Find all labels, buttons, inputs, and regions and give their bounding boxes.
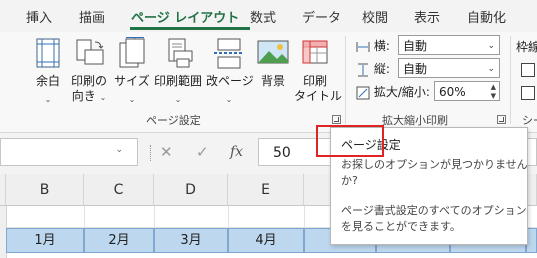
month-cell[interactable]: 1月 <box>6 228 84 253</box>
size-icon <box>119 37 145 68</box>
spin-up-icon[interactable]: ▲ <box>491 83 496 91</box>
breaks-button[interactable]: 改ページ ⌄ <box>206 37 254 107</box>
enter-icon[interactable]: ✓ <box>196 143 209 161</box>
cancel-icon[interactable]: ✕ <box>160 143 173 161</box>
highlight-box <box>316 125 384 157</box>
print-titles-label: 印刷 <box>302 74 327 88</box>
print-titles-label-2: タイトル <box>294 89 343 103</box>
height-label: 縦: <box>373 62 390 76</box>
width-value: 自動 <box>403 39 428 53</box>
month-cell[interactable]: 2月 <box>84 228 154 253</box>
chevron-down-icon: ⌄ <box>128 95 136 104</box>
height-value: 自動 <box>403 62 428 76</box>
formula-bar-divider <box>150 145 153 161</box>
gridlines-print-checkbox[interactable] <box>521 86 535 100</box>
scale-label: 拡大/縮小: <box>373 85 430 99</box>
scale-icon <box>356 86 370 99</box>
chevron-down-icon: ⌄ <box>99 93 107 102</box>
size-button[interactable]: サイズ ⌄ <box>112 37 152 107</box>
tab-draw[interactable]: 描画 <box>79 7 105 26</box>
name-box[interactable]: ⌄ <box>0 138 138 166</box>
page-setup-dialog-launcher-icon[interactable] <box>332 115 341 124</box>
orientation-label-2: 向き <box>71 89 96 103</box>
size-label: サイズ <box>114 74 150 88</box>
chevron-down-icon: ⌄ <box>225 95 233 104</box>
orientation-button[interactable]: 印刷の 向き ⌄ <box>69 37 109 105</box>
chevron-down-icon: ⌄ <box>487 64 495 74</box>
background-icon <box>257 40 289 64</box>
column-header[interactable]: E <box>228 174 304 206</box>
scale-value: 60% <box>439 85 466 99</box>
height-select[interactable]: 自動 ⌄ <box>398 58 500 78</box>
tab-insert[interactable]: 挿入 <box>26 7 52 26</box>
page-setup-group-label: ページ設定 <box>146 114 201 127</box>
sheet-options-group-label: シー <box>522 114 537 127</box>
scale-row: 拡大/縮小: <box>356 83 430 100</box>
margins-button[interactable]: 余白 ⌄ <box>28 37 68 107</box>
spin-down-icon[interactable]: ▼ <box>491 92 496 100</box>
ribbon-panel: 余白 ⌄ 印刷の 向き ⌄ サイズ ⌄ 印刷範囲 ⌄ 改ページ ⌄ 背景 印刷 … <box>0 32 537 133</box>
tab-automate[interactable]: 自動化 <box>467 7 506 26</box>
orientation-label: 印刷の <box>70 74 107 88</box>
height-icon <box>358 63 368 76</box>
print-area-label: 印刷範囲 <box>153 74 202 88</box>
print-area-icon <box>168 38 193 68</box>
tab-page-layout[interactable]: ページ レイアウト <box>131 7 239 26</box>
cell[interactable] <box>154 206 229 228</box>
orientation-icon <box>76 39 104 65</box>
column-header[interactable]: B <box>6 174 84 206</box>
print-area-button[interactable]: 印刷範囲 ⌄ <box>152 37 204 107</box>
cell[interactable] <box>6 206 85 228</box>
background-label: 背景 <box>260 74 285 88</box>
margins-label: 余白 <box>35 74 60 88</box>
print-titles-button[interactable]: 印刷 タイトル <box>294 37 343 104</box>
month-cell[interactable]: 3月 <box>154 228 228 253</box>
tab-data[interactable]: データ <box>302 7 341 26</box>
cell[interactable] <box>84 206 155 228</box>
tab-view[interactable]: 表示 <box>414 7 440 26</box>
gridlines-view-checkbox[interactable] <box>521 63 535 77</box>
width-row: 横: <box>356 37 390 54</box>
column-header[interactable]: D <box>154 174 228 206</box>
height-row: 縦: <box>356 60 390 77</box>
breaks-icon <box>214 38 244 69</box>
group-divider <box>510 36 511 124</box>
tooltip-text-line: ページ書式設定のすべてのオプション <box>341 204 527 217</box>
chevron-down-icon: ⌄ <box>174 95 182 104</box>
column-header[interactable]: C <box>84 174 154 206</box>
scale-group-label: 拡大縮小印刷 <box>382 114 448 127</box>
cell[interactable] <box>228 206 305 228</box>
tab-review[interactable]: 校閲 <box>362 7 388 26</box>
chevron-down-icon: ⌄ <box>44 95 52 104</box>
group-divider <box>345 36 346 124</box>
tab-formulas[interactable]: 数式 <box>250 7 276 26</box>
width-select[interactable]: 自動 ⌄ <box>398 35 500 55</box>
breaks-label: 改ページ <box>206 74 254 88</box>
chevron-down-icon: ⌄ <box>115 145 123 155</box>
month-cell[interactable]: 4月 <box>228 228 304 253</box>
width-label: 横: <box>373 39 390 53</box>
insert-function-icon[interactable]: fx <box>230 144 243 160</box>
scale-spinner[interactable]: 60% ▲ ▼ <box>434 81 500 101</box>
width-icon <box>356 41 370 52</box>
background-button[interactable]: 背景 <box>254 37 292 89</box>
print-titles-icon <box>302 40 328 64</box>
margins-icon <box>36 38 60 68</box>
tooltip-text-line: か? <box>341 174 358 187</box>
ribbon-tabs: 挿入 描画 ページ レイアウト 数式 データ 校閲 表示 自動化 <box>0 0 537 32</box>
formula-value: 50 <box>273 145 291 161</box>
active-tab-indicator <box>130 27 250 30</box>
chevron-down-icon: ⌄ <box>487 41 495 51</box>
scale-dialog-launcher-icon[interactable] <box>497 115 506 124</box>
tooltip-text-line: を見ることができます。 <box>341 220 461 233</box>
gridlines-label: 枠線 <box>516 40 537 54</box>
tooltip-text-line: お探しのオプションが見つかりません <box>341 158 528 171</box>
